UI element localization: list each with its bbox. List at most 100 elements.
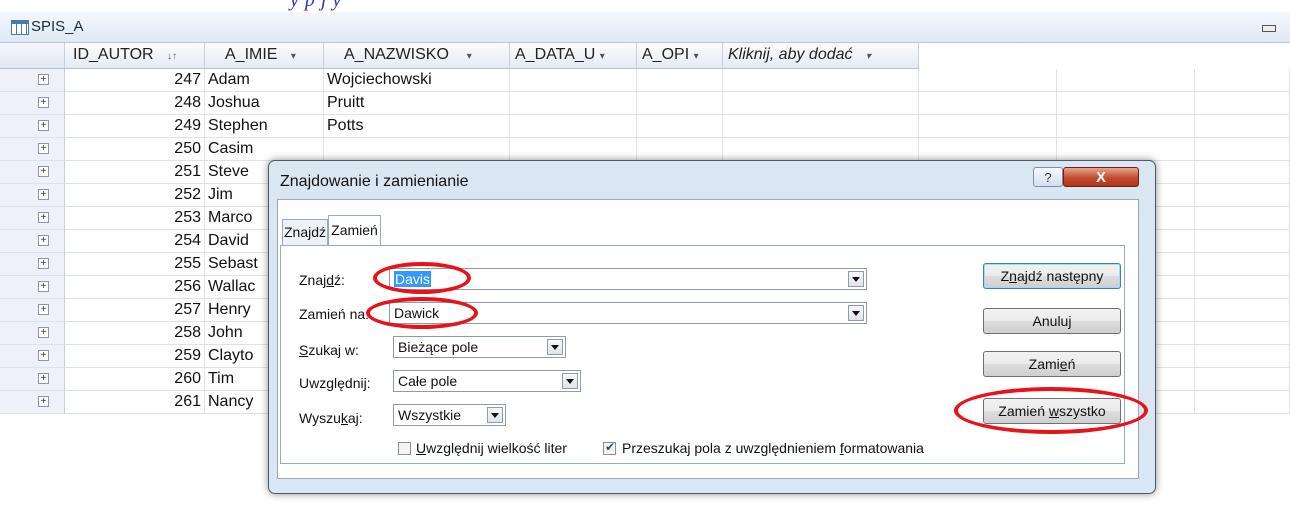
expand-plus-icon[interactable]: + xyxy=(38,258,49,269)
expand-plus-icon[interactable]: + xyxy=(38,74,49,85)
cell-id-autor[interactable]: 259 xyxy=(65,345,205,368)
expand-plus-icon[interactable]: + xyxy=(38,327,49,338)
cell-empty[interactable] xyxy=(1195,161,1290,184)
cell-empty[interactable] xyxy=(1195,92,1290,115)
row-selector[interactable]: + xyxy=(0,322,65,345)
row-selector[interactable]: + xyxy=(0,345,65,368)
dropdown-icon[interactable]: ▾ xyxy=(694,51,699,62)
search-in-select[interactable]: Bieżące pole xyxy=(393,336,566,358)
cell-a-nazwisko[interactable]: Wojciechowski xyxy=(324,69,510,92)
cell-id-autor[interactable]: 255 xyxy=(65,253,205,276)
cell-a-opi[interactable] xyxy=(637,92,723,115)
column-header-id-autor[interactable]: ID_AUTOR ↓↑ xyxy=(65,43,205,69)
cell-empty[interactable] xyxy=(1195,207,1290,230)
expand-plus-icon[interactable]: + xyxy=(38,189,49,200)
match-case-checkbox[interactable] xyxy=(398,442,411,455)
row-selector[interactable]: + xyxy=(0,299,65,322)
row-selector[interactable]: + xyxy=(0,92,65,115)
select-all-corner[interactable] xyxy=(0,43,65,69)
cell-id-autor[interactable]: 261 xyxy=(65,391,205,414)
cell-empty[interactable] xyxy=(1057,92,1195,115)
column-header-a-imie[interactable]: A_IMIE ▾ xyxy=(205,43,324,69)
tab-find[interactable]: Znajdź xyxy=(282,219,328,245)
dropdown-icon[interactable]: ▾ xyxy=(866,51,871,62)
replace-button[interactable]: Zamień xyxy=(983,351,1121,377)
cell-add-field[interactable] xyxy=(723,115,919,138)
chevron-down-icon[interactable] xyxy=(562,373,578,389)
cell-id-autor[interactable]: 249 xyxy=(65,115,205,138)
column-header-a-opi[interactable]: A_OPI ▾ xyxy=(637,43,723,69)
dropdown-icon[interactable]: ▾ xyxy=(600,51,605,62)
find-next-button[interactable]: Znajdź następny xyxy=(983,263,1121,289)
row-selector[interactable]: + xyxy=(0,276,65,299)
row-selector[interactable]: + xyxy=(0,138,65,161)
help-button[interactable]: ? xyxy=(1033,167,1063,187)
expand-plus-icon[interactable]: + xyxy=(38,120,49,131)
cell-a-opi[interactable] xyxy=(637,115,723,138)
cell-a-opi[interactable] xyxy=(637,69,723,92)
row-selector[interactable]: + xyxy=(0,161,65,184)
table-row[interactable]: +250 Casim xyxy=(0,138,1290,161)
cell-empty[interactable] xyxy=(1195,138,1290,161)
cell-empty[interactable] xyxy=(1195,230,1290,253)
cell-a-opi[interactable] xyxy=(637,138,723,161)
chevron-down-icon[interactable] xyxy=(848,305,864,321)
cell-id-autor[interactable]: 257 xyxy=(65,299,205,322)
cell-id-autor[interactable]: 251 xyxy=(65,161,205,184)
cell-empty[interactable] xyxy=(1195,69,1290,92)
column-header-add-field[interactable]: Kliknij, aby dodać ▾ xyxy=(723,43,919,69)
cell-id-autor[interactable]: 256 xyxy=(65,276,205,299)
cell-a-imie[interactable]: Joshua xyxy=(205,92,324,115)
cell-empty[interactable] xyxy=(1195,184,1290,207)
table-row[interactable]: +248 Joshua Pruitt xyxy=(0,92,1290,115)
cell-empty[interactable] xyxy=(1195,345,1290,368)
cell-add-field[interactable] xyxy=(723,69,919,92)
row-selector[interactable]: + xyxy=(0,391,65,414)
expand-plus-icon[interactable]: + xyxy=(38,281,49,292)
tab-replace[interactable]: Zamień xyxy=(328,215,381,246)
cell-a-nazwisko[interactable]: Potts xyxy=(324,115,510,138)
column-header-a-nazwisko[interactable]: A_NAZWISKO ▾ xyxy=(324,43,510,69)
column-header-a-data-u[interactable]: A_DATA_U ▾ xyxy=(510,43,637,69)
cell-add-field[interactable] xyxy=(723,92,919,115)
cell-id-autor[interactable]: 254 xyxy=(65,230,205,253)
cell-id-autor[interactable]: 247 xyxy=(65,69,205,92)
row-selector[interactable]: + xyxy=(0,207,65,230)
dropdown-icon[interactable]: ▾ xyxy=(291,51,296,62)
chevron-down-icon[interactable] xyxy=(487,407,503,423)
row-selector[interactable]: + xyxy=(0,69,65,92)
expand-plus-icon[interactable]: + xyxy=(38,396,49,407)
dropdown-icon[interactable]: ▾ xyxy=(467,51,472,62)
cell-id-autor[interactable]: 253 xyxy=(65,207,205,230)
cell-empty[interactable] xyxy=(1195,368,1290,391)
row-selector[interactable]: + xyxy=(0,184,65,207)
cell-a-data-u[interactable] xyxy=(510,115,637,138)
cell-empty[interactable] xyxy=(919,69,1057,92)
cell-add-field[interactable] xyxy=(723,138,919,161)
expand-plus-icon[interactable]: + xyxy=(38,166,49,177)
expand-plus-icon[interactable]: + xyxy=(38,373,49,384)
cell-empty[interactable] xyxy=(1195,253,1290,276)
cell-id-autor[interactable]: 252 xyxy=(65,184,205,207)
row-selector[interactable]: + xyxy=(0,115,65,138)
cell-empty[interactable] xyxy=(1057,138,1195,161)
cell-empty[interactable] xyxy=(1195,391,1290,414)
search-direction-select[interactable]: Wszystkie xyxy=(393,404,506,426)
replace-all-button[interactable]: Zamień wszystko xyxy=(983,398,1121,424)
table-row[interactable]: +249 Stephen Potts xyxy=(0,115,1290,138)
cell-empty[interactable] xyxy=(1057,115,1195,138)
sort-icon[interactable]: ↓↑ xyxy=(167,51,177,62)
chevron-down-icon[interactable] xyxy=(547,339,563,355)
table-row[interactable]: +247 Adam Wojciechowski xyxy=(0,69,1290,92)
cell-id-autor[interactable]: 250 xyxy=(65,138,205,161)
cell-id-autor[interactable]: 260 xyxy=(65,368,205,391)
expand-plus-icon[interactable]: + xyxy=(38,235,49,246)
cell-empty[interactable] xyxy=(1195,322,1290,345)
table-tab-title[interactable]: SPIS_A xyxy=(31,18,84,35)
chevron-down-icon[interactable] xyxy=(848,271,864,287)
cell-a-imie[interactable]: Adam xyxy=(205,69,324,92)
cancel-button[interactable]: Anuluj xyxy=(983,308,1121,334)
expand-plus-icon[interactable]: + xyxy=(38,143,49,154)
cell-empty[interactable] xyxy=(1195,299,1290,322)
cell-empty[interactable] xyxy=(1195,276,1290,299)
